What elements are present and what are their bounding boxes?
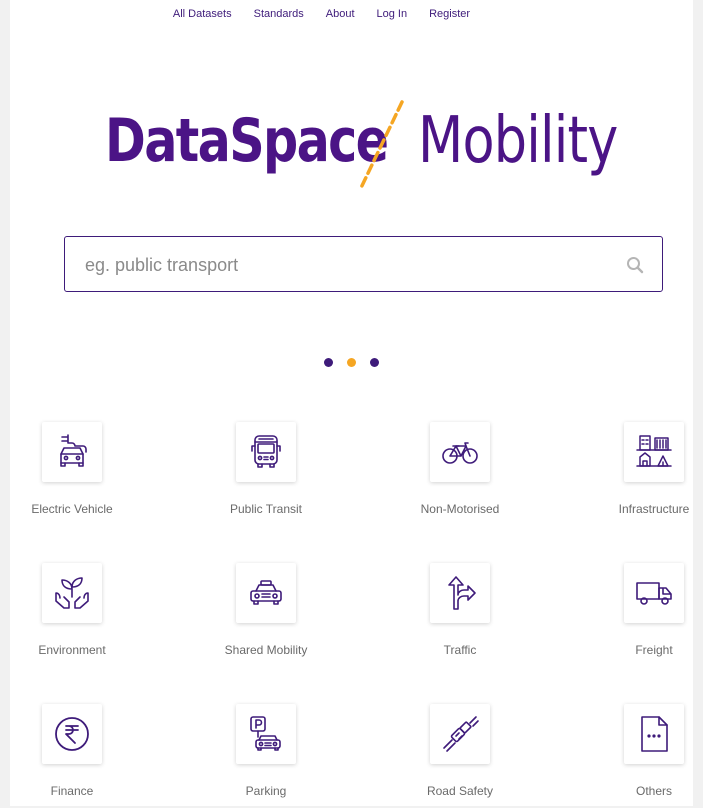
category-tile[interactable] [236,704,296,764]
category-electric-vehicle[interactable]: Electric Vehicle [2,422,142,516]
category-tile[interactable] [624,422,684,482]
buildings-icon [636,435,672,467]
category-environment[interactable]: Environment [2,563,142,657]
category-label: Finance [50,784,94,798]
carousel-indicators [0,358,703,367]
category-tile[interactable] [42,422,102,482]
bicycle-icon [442,442,478,464]
nav-all-datasets[interactable]: All Datasets [173,8,232,20]
parking-icon [250,716,281,751]
nav-about[interactable]: About [326,8,355,20]
rupee-icon [55,717,89,751]
category-label: Traffic [443,643,477,657]
category-shared-mobility[interactable]: Shared Mobility [196,563,336,657]
plant-hands-icon [55,577,89,609]
category-tile[interactable] [42,563,102,623]
category-label: Others [635,784,672,798]
taxi-icon [250,580,282,605]
nav-register[interactable]: Register [429,8,470,20]
category-tile[interactable] [236,422,296,482]
search-box [64,236,663,292]
carousel-dot-3[interactable] [370,358,379,367]
category-infrastructure[interactable]: Infrastructure [584,422,703,516]
bus-icon [251,435,281,468]
category-label: Non-Motorised [420,502,500,516]
category-tile[interactable] [430,704,490,764]
logo-mobility-text: Mobility [418,104,618,178]
category-non-motorised[interactable]: Non-Motorised [390,422,530,516]
category-parking[interactable]: Parking [196,704,336,798]
category-tile[interactable] [430,563,490,623]
category-label: Shared Mobility [224,643,308,657]
seatbelt-icon [443,716,479,752]
category-tile[interactable] [430,422,490,482]
logo-dataspace-text: DataSpace [105,106,389,176]
category-tile[interactable] [42,704,102,764]
nav-log-in[interactable]: Log In [377,8,408,20]
carousel-dot-2[interactable] [347,358,356,367]
category-finance[interactable]: Finance [2,704,142,798]
category-label: Electric Vehicle [31,502,113,516]
carousel-dot-1[interactable] [324,358,333,367]
top-navigation: All Datasets Standards About Log In Regi… [0,8,703,20]
electric-vehicle-icon [60,434,87,467]
search-icon[interactable] [626,256,644,274]
nav-standards[interactable]: Standards [254,8,304,20]
category-tile[interactable] [624,563,684,623]
category-road-safety[interactable]: Road Safety [390,704,530,798]
site-logo[interactable]: DataSpace Mobility [0,100,703,192]
search-input[interactable] [85,251,625,279]
category-traffic[interactable]: Traffic [390,563,530,657]
category-label: Road Safety [426,784,494,798]
category-label: Infrastructure [618,502,690,516]
category-tile[interactable] [624,704,684,764]
category-label: Environment [38,643,106,657]
category-label: Public Transit [229,502,303,516]
logo-slash-icon [358,100,404,192]
direction-arrows-icon [448,576,476,610]
category-public-transit[interactable]: Public Transit [196,422,336,516]
category-label: Freight [635,643,673,657]
category-tile[interactable] [236,563,296,623]
category-others[interactable]: Others [584,704,703,798]
document-icon [641,716,668,752]
category-freight[interactable]: Freight [584,563,703,657]
truck-icon [636,582,672,605]
category-label: Parking [245,784,287,798]
